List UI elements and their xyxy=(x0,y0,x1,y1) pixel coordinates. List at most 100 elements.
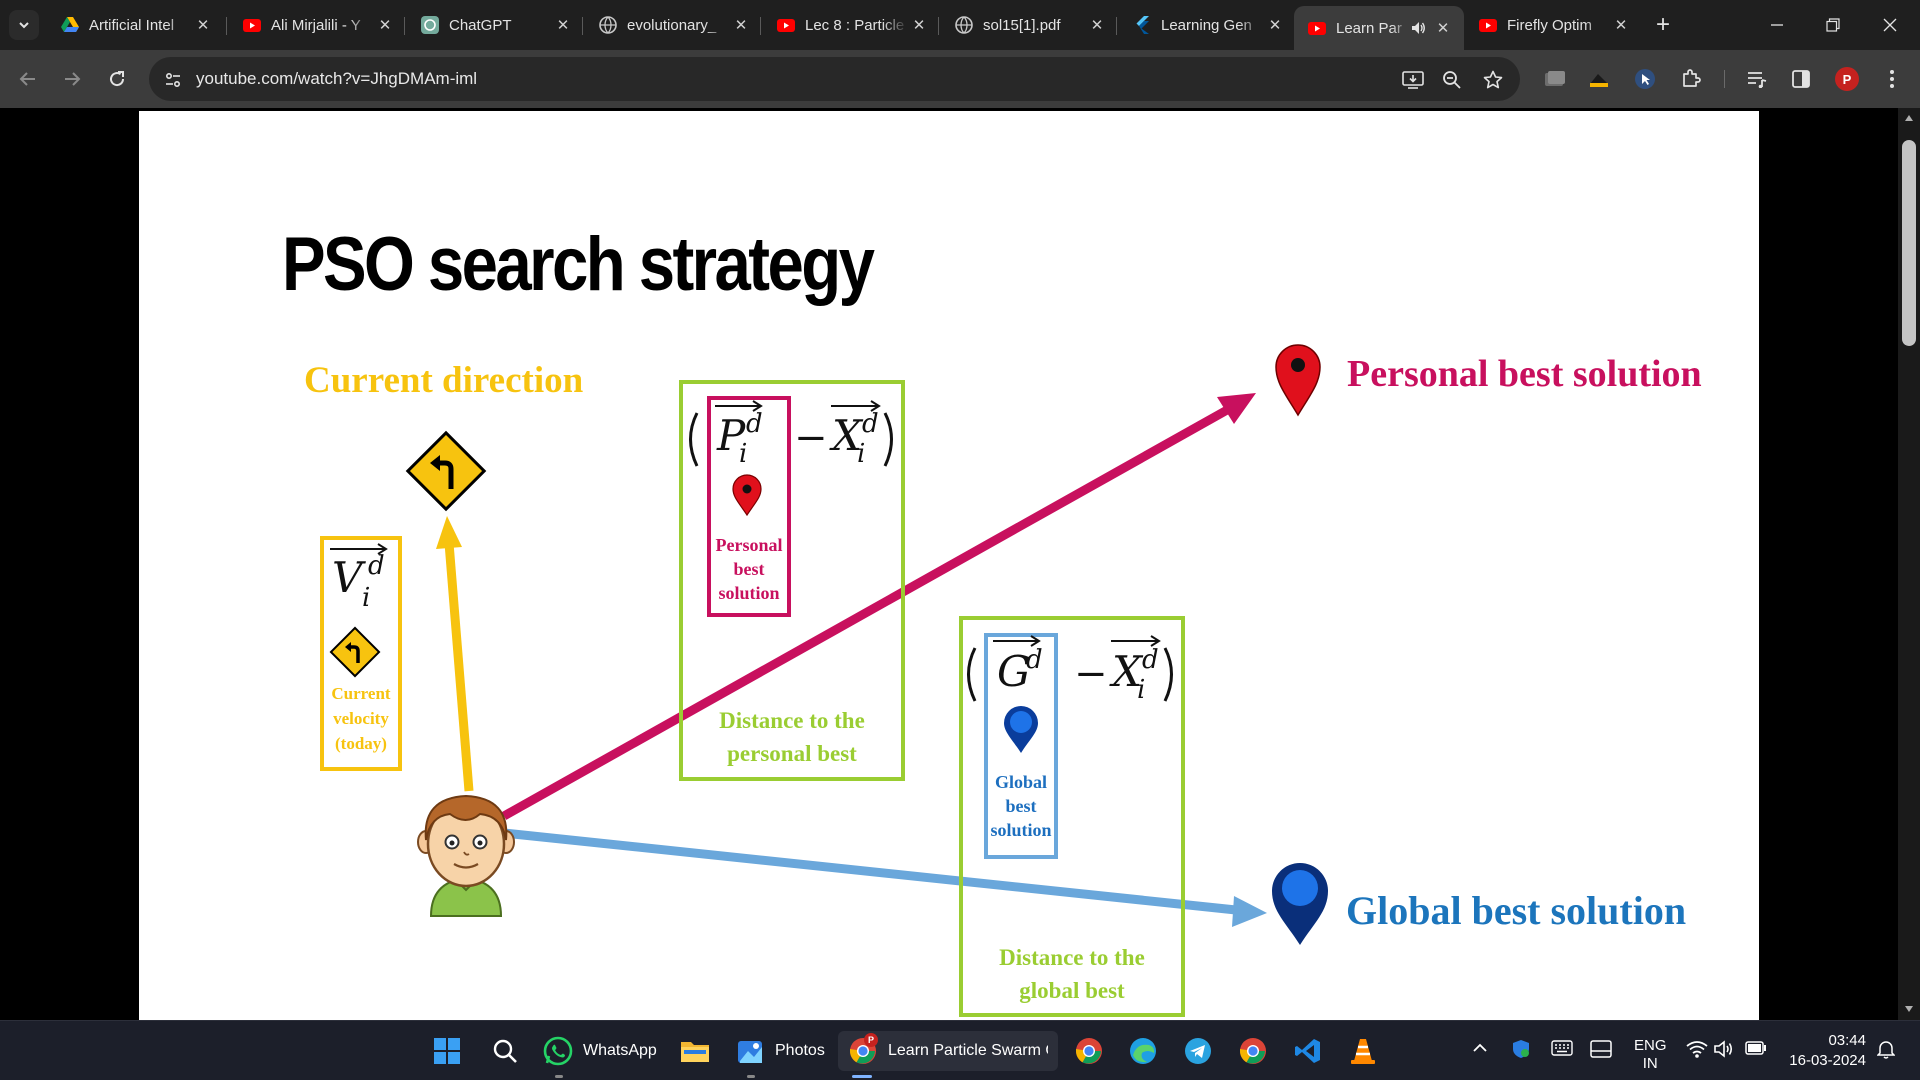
wifi-icon[interactable] xyxy=(1686,1040,1708,1062)
clock[interactable]: 03:44 16-03-2024 xyxy=(1786,1031,1866,1071)
tab-title: ChatGPT xyxy=(449,16,512,34)
close-icon[interactable]: ✕ xyxy=(192,14,214,36)
globe-icon xyxy=(599,16,617,34)
profile-badge: P xyxy=(864,1033,878,1047)
battery-icon[interactable] xyxy=(1745,1041,1767,1059)
tray-overflow-icon[interactable] xyxy=(1472,1041,1488,1059)
caption-line: best xyxy=(733,559,765,579)
start-button[interactable] xyxy=(432,1031,462,1071)
extension-3-icon[interactable] xyxy=(1631,65,1659,93)
tab-separator xyxy=(1116,17,1117,35)
back-button[interactable] xyxy=(12,63,44,95)
notification-bell-icon[interactable] xyxy=(1876,1039,1896,1063)
tab-lec8[interactable]: Lec 8 : Particle ✕ xyxy=(763,8,940,42)
close-icon[interactable]: ✕ xyxy=(1086,14,1108,36)
forward-button[interactable] xyxy=(56,63,88,95)
youtube-icon xyxy=(777,16,795,34)
close-icon[interactable]: ✕ xyxy=(908,14,930,36)
close-icon[interactable]: ✕ xyxy=(374,14,396,36)
extension-2-icon[interactable] xyxy=(1585,65,1613,93)
toolbar-divider xyxy=(1724,70,1725,88)
speaker-icon[interactable] xyxy=(1410,20,1426,36)
caption-line: Global xyxy=(994,772,1047,792)
taskbar-vscode[interactable] xyxy=(1293,1031,1323,1071)
tab-learn-particle-swarm[interactable]: Learn Par ✕ xyxy=(1294,6,1464,50)
velocity-term: V d i xyxy=(328,541,398,616)
minimize-button[interactable] xyxy=(1749,0,1805,50)
scroll-down-icon[interactable] xyxy=(1903,1003,1915,1015)
security-shield-icon[interactable] xyxy=(1511,1039,1531,1063)
taskbar-vlc[interactable] xyxy=(1348,1031,1378,1071)
math-subscript: i xyxy=(1137,675,1146,705)
taskbar-whatsapp[interactable]: WhatsApp xyxy=(543,1031,657,1071)
tab-ali-mirjalili[interactable]: Ali Mirjalili - Y ✕ xyxy=(229,8,406,42)
media-control-icon[interactable] xyxy=(1743,65,1771,93)
install-app-icon[interactable] xyxy=(1401,68,1425,92)
side-panel-icon[interactable] xyxy=(1787,65,1815,93)
tab-chatgpt[interactable]: ChatGPT ✕ xyxy=(407,8,584,42)
close-icon[interactable]: ✕ xyxy=(1432,17,1454,39)
left-paren xyxy=(689,412,699,467)
region-text: IN xyxy=(1642,1055,1658,1072)
tab-artificial-intel[interactable]: Artificial Intel ✕ xyxy=(47,8,224,42)
scroll-thumb[interactable] xyxy=(1902,140,1916,346)
tab-search-button[interactable] xyxy=(9,10,39,40)
minimize-icon xyxy=(1771,24,1783,26)
reload-button[interactable] xyxy=(101,63,133,95)
close-icon[interactable]: ✕ xyxy=(1610,14,1632,36)
taskbar-chrome-2[interactable] xyxy=(1074,1031,1104,1071)
restore-button[interactable] xyxy=(1805,0,1861,50)
caption-line: Personal xyxy=(715,535,783,555)
page-scrollbar[interactable] xyxy=(1898,108,1920,1020)
taskbar-telegram[interactable] xyxy=(1183,1031,1213,1071)
extensions-puzzle-icon[interactable] xyxy=(1677,65,1705,93)
extension-1-icon[interactable] xyxy=(1541,65,1569,93)
display-icon[interactable] xyxy=(1590,1040,1612,1062)
keyboard-icon[interactable] xyxy=(1551,1040,1573,1060)
close-window-button[interactable] xyxy=(1862,0,1918,50)
taskbar-search-button[interactable] xyxy=(490,1031,520,1071)
whatsapp-icon xyxy=(543,1036,573,1066)
new-tab-button[interactable]: + xyxy=(1650,12,1676,38)
youtube-icon xyxy=(243,16,261,34)
windows-taskbar: WhatsApp Photos P Learn Particle Swarm O… xyxy=(0,1020,1920,1080)
close-icon[interactable]: ✕ xyxy=(1264,14,1286,36)
personal-inner-caption: Personal best solution xyxy=(709,533,789,605)
volume-icon[interactable] xyxy=(1713,1040,1735,1062)
velocity-caption: Current velocity (today) xyxy=(324,681,398,756)
taskbar-photos[interactable]: Photos xyxy=(735,1031,825,1071)
tab-learning-gen[interactable]: Learning Gen ✕ xyxy=(1119,8,1296,42)
close-icon[interactable]: ✕ xyxy=(552,14,574,36)
edge-icon xyxy=(1128,1036,1158,1066)
profile-initial: P xyxy=(1842,71,1852,87)
more-menu-icon[interactable] xyxy=(1878,65,1906,93)
video-viewport[interactable]: PSO search strategy Current direction V … xyxy=(0,108,1920,1020)
vlc-icon xyxy=(1348,1036,1378,1066)
language-indicator[interactable]: ENG IN xyxy=(1634,1037,1667,1073)
zoom-icon[interactable] xyxy=(1440,68,1464,92)
bookmark-star-icon[interactable] xyxy=(1481,68,1505,92)
tab-sol15-pdf[interactable]: sol15[1].pdf ✕ xyxy=(941,8,1118,42)
personal-best-label: Personal best solution xyxy=(1347,353,1702,395)
search-icon xyxy=(490,1036,520,1066)
caption-line: global best xyxy=(1019,978,1125,1003)
taskbar-edge[interactable] xyxy=(1128,1031,1158,1071)
taskbar-chrome-3[interactable] xyxy=(1238,1031,1268,1071)
tab-evolutionary[interactable]: evolutionary_ ✕ xyxy=(585,8,762,42)
math-superscript: d xyxy=(1142,645,1159,675)
profile-avatar[interactable]: P xyxy=(1835,67,1859,91)
chrome-icon xyxy=(1074,1036,1104,1066)
taskbar-chrome-window[interactable]: P Learn Particle Swarm Op xyxy=(838,1031,1058,1071)
math-superscript: d xyxy=(368,551,385,581)
close-icon[interactable]: ✕ xyxy=(730,14,752,36)
taskbar-file-explorer[interactable] xyxy=(680,1031,710,1071)
scroll-up-icon[interactable] xyxy=(1903,112,1915,124)
drive-icon xyxy=(61,16,79,34)
tab-title: Firefly Optim xyxy=(1507,16,1593,34)
address-bar[interactable]: youtube.com/watch?v=JhgDMAm-iml xyxy=(149,57,1520,101)
arrow-left-icon xyxy=(19,72,35,86)
caption-line: Distance to the xyxy=(719,708,865,733)
tab-separator xyxy=(938,17,939,35)
site-info-icon[interactable] xyxy=(161,68,185,92)
tab-firefly-optim[interactable]: Firefly Optim ✕ xyxy=(1465,8,1642,42)
